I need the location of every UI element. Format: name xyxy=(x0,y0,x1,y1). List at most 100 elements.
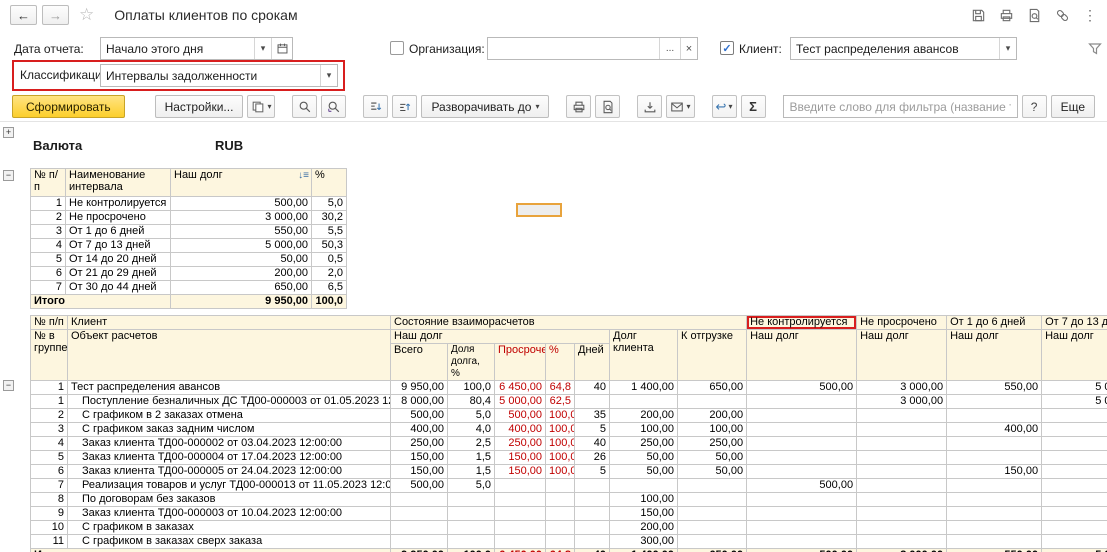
table-cell[interactable]: 7 xyxy=(31,281,66,295)
table-cell[interactable] xyxy=(495,479,546,493)
table-cell[interactable]: По договорам без заказов xyxy=(68,493,391,507)
table-cell[interactable]: 62,5 xyxy=(546,395,575,409)
table-cell[interactable]: Заказ клиента ТД00-000004 от 17.04.2023 … xyxy=(68,451,391,465)
table-cell[interactable]: 5 xyxy=(575,465,610,479)
table-cell[interactable]: 5,5 xyxy=(312,225,347,239)
table-cell[interactable]: 400,00 xyxy=(947,423,1042,437)
table-cell[interactable]: 250,00 xyxy=(391,437,448,451)
table-cell[interactable]: С графиком заказ задним числом xyxy=(68,423,391,437)
table-cell[interactable]: 6 xyxy=(31,465,68,479)
table-cell[interactable]: 550,00 xyxy=(947,549,1042,552)
table-cell[interactable]: 150,00 xyxy=(610,507,678,521)
save-icon[interactable] xyxy=(971,8,986,23)
table-cell[interactable] xyxy=(678,535,747,549)
table-cell[interactable] xyxy=(747,465,857,479)
table-cell[interactable] xyxy=(747,437,857,451)
column-header-overdue[interactable]: Просрочено xyxy=(495,344,546,381)
table-cell[interactable] xyxy=(857,507,947,521)
classification-field[interactable]: Интервалы задолженности ▾ xyxy=(100,64,338,87)
table-cell[interactable] xyxy=(495,535,546,549)
table-cell[interactable] xyxy=(1042,451,1107,465)
column-header[interactable]: № в группе xyxy=(31,330,68,381)
report-date-value[interactable]: Начало этого дня xyxy=(101,38,254,59)
table-cell[interactable] xyxy=(495,493,546,507)
table-cell[interactable]: 250,00 xyxy=(495,437,546,451)
table-cell[interactable] xyxy=(546,535,575,549)
table-cell[interactable] xyxy=(857,451,947,465)
table-cell[interactable] xyxy=(947,451,1042,465)
column-header[interactable]: Не просрочено xyxy=(857,316,947,330)
table-cell[interactable]: 400,00 xyxy=(495,423,546,437)
table-cell[interactable]: 100,0 xyxy=(448,549,495,552)
table-cell[interactable]: 1,5 xyxy=(448,465,495,479)
table-cell[interactable] xyxy=(448,493,495,507)
report-date-calendar-button[interactable] xyxy=(271,38,292,59)
table-cell[interactable]: 4 xyxy=(31,437,68,451)
table-cell[interactable]: 1 400,00 xyxy=(610,549,678,552)
table-cell[interactable]: 11 xyxy=(31,535,68,549)
table-cell[interactable]: 50,00 xyxy=(610,465,678,479)
table-cell[interactable]: 1 xyxy=(31,395,68,409)
table-cell[interactable] xyxy=(947,493,1042,507)
table-cell[interactable]: 3 000,00 xyxy=(857,381,947,395)
table-cell[interactable] xyxy=(1042,479,1107,493)
classification-value[interactable]: Интервалы задолженности xyxy=(101,65,320,86)
organization-checkbox[interactable] xyxy=(390,41,404,55)
table-cell[interactable] xyxy=(1042,409,1107,423)
group-collapse-button[interactable]: − xyxy=(3,380,14,391)
group-collapse-button[interactable]: − xyxy=(3,170,14,181)
report-date-dropdown-button[interactable]: ▾ xyxy=(254,38,271,59)
column-header[interactable]: Наш долг xyxy=(1042,330,1107,381)
table-cell[interactable]: 3 000,00 xyxy=(171,211,312,225)
table-cell[interactable] xyxy=(575,493,610,507)
table-cell[interactable]: 100,0 xyxy=(448,381,495,395)
table-cell[interactable]: 500,00 xyxy=(171,197,312,211)
search-button[interactable] xyxy=(292,95,317,118)
table-cell[interactable] xyxy=(747,451,857,465)
table-cell[interactable]: Не просрочено xyxy=(66,211,171,225)
expand-to-button[interactable]: Разворачивать до ▾ xyxy=(421,95,549,118)
table-cell[interactable] xyxy=(1042,437,1107,451)
table-cell[interactable]: 40 xyxy=(575,549,610,552)
column-header[interactable]: Наш долг xyxy=(947,330,1042,381)
table-cell[interactable] xyxy=(857,465,947,479)
table-cell[interactable]: 550,00 xyxy=(947,381,1042,395)
table-cell[interactable]: 40 xyxy=(575,381,610,395)
table-cell[interactable] xyxy=(947,395,1042,409)
table-cell[interactable]: 5 000,00 xyxy=(1042,549,1107,552)
organization-clear-button[interactable]: × xyxy=(680,38,697,59)
table-cell[interactable]: 5 000,00 xyxy=(495,395,546,409)
table-cell[interactable]: 80,4 xyxy=(448,395,495,409)
table-cell[interactable]: 5,0 xyxy=(448,409,495,423)
table-cell[interactable] xyxy=(1042,493,1107,507)
table-cell[interactable]: 500,00 xyxy=(747,479,857,493)
table-cell[interactable] xyxy=(857,437,947,451)
table-cell[interactable] xyxy=(747,395,857,409)
column-header[interactable]: Наш долг xyxy=(857,330,947,381)
table-cell[interactable]: Итого xyxy=(31,295,171,309)
column-header[interactable]: Наименование интервала xyxy=(66,169,171,197)
table-cell[interactable]: 8 xyxy=(31,493,68,507)
table-cell[interactable] xyxy=(448,521,495,535)
print-preview-button[interactable] xyxy=(595,95,620,118)
table-cell[interactable]: 50,00 xyxy=(678,465,747,479)
table-cell[interactable]: 150,00 xyxy=(391,451,448,465)
column-header[interactable]: Доля долга, % xyxy=(448,344,495,381)
table-cell[interactable] xyxy=(610,395,678,409)
table-cell[interactable]: С графиком в заказах сверх заказа xyxy=(68,535,391,549)
table-cell[interactable]: 100,0 xyxy=(546,465,575,479)
table-cell[interactable] xyxy=(546,507,575,521)
table-cell[interactable]: От 30 до 44 дней xyxy=(66,281,171,295)
table-cell[interactable]: 5 000,00 xyxy=(171,239,312,253)
column-header[interactable]: Наш долг xyxy=(747,330,857,381)
table-cell[interactable]: 50,3 xyxy=(312,239,347,253)
table-cell[interactable] xyxy=(1042,521,1107,535)
table-cell[interactable] xyxy=(1042,465,1107,479)
table-cell[interactable]: 64,8 xyxy=(546,381,575,395)
more-menu-icon[interactable]: ⋮ xyxy=(1083,7,1097,24)
table-cell[interactable]: Заказ клиента ТД00-000005 от 24.04.2023 … xyxy=(68,465,391,479)
table-cell[interactable]: 9 950,00 xyxy=(171,295,312,309)
table-cell[interactable] xyxy=(947,521,1042,535)
table-cell[interactable]: 50,00 xyxy=(678,451,747,465)
table-cell[interactable]: 200,00 xyxy=(610,409,678,423)
